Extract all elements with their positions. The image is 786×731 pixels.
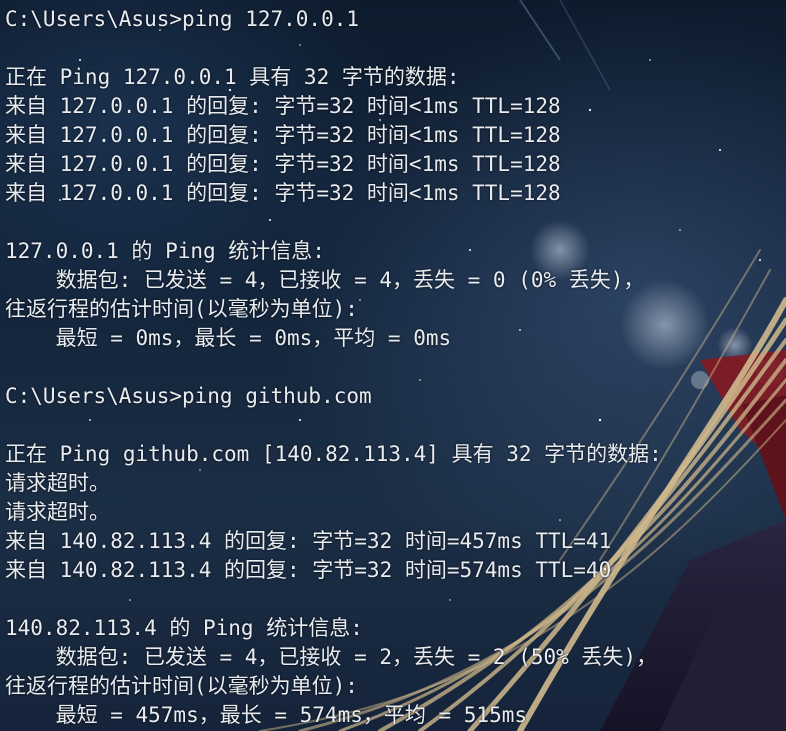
console-line: 正在 Ping 127.0.0.1 具有 32 字节的数据: (5, 65, 460, 89)
console-output: C:\Users\Asus>ping 127.0.0.1 正在 Ping 127… (5, 5, 786, 730)
terminal-window[interactable]: C:\Users\Asus>ping 127.0.0.1 正在 Ping 127… (0, 0, 786, 731)
console-line: C:\Users\Asus>ping 127.0.0.1 (5, 7, 360, 31)
console-line: 来自 127.0.0.1 的回复: 字节=32 时间<1ms TTL=128 (5, 94, 561, 118)
console-line: 来自 140.82.113.4 的回复: 字节=32 时间=457ms TTL=… (5, 529, 612, 553)
console-line: 数据包: 已发送 = 4，已接收 = 2，丢失 = 2 (50% 丢失)， (5, 645, 658, 669)
console-line: 请求超时。 (5, 471, 110, 495)
console-line: 最短 = 0ms，最长 = 0ms，平均 = 0ms (5, 326, 452, 350)
console-line: 正在 Ping github.com [140.82.113.4] 具有 32 … (5, 442, 662, 466)
console-line: 请求超时。 (5, 500, 110, 524)
console-line: 最短 = 457ms，最长 = 574ms，平均 = 515ms (5, 703, 528, 727)
console-line: C:\Users\Asus>ping github.com (5, 384, 372, 408)
console-line: 往返行程的估计时间(以毫秒为单位): (5, 297, 358, 321)
console-line: 往返行程的估计时间(以毫秒为单位): (5, 674, 358, 698)
console-line: 数据包: 已发送 = 4，已接收 = 4，丢失 = 0 (0% 丢失)， (5, 268, 645, 292)
console-line: 140.82.113.4 的 Ping 统计信息: (5, 616, 363, 640)
console-line: 127.0.0.1 的 Ping 统计信息: (5, 239, 325, 263)
console-line: 来自 140.82.113.4 的回复: 字节=32 时间=574ms TTL=… (5, 558, 612, 582)
console-line: 来自 127.0.0.1 的回复: 字节=32 时间<1ms TTL=128 (5, 152, 561, 176)
console-line: 来自 127.0.0.1 的回复: 字节=32 时间<1ms TTL=128 (5, 181, 561, 205)
console-line: 来自 127.0.0.1 的回复: 字节=32 时间<1ms TTL=128 (5, 123, 561, 147)
